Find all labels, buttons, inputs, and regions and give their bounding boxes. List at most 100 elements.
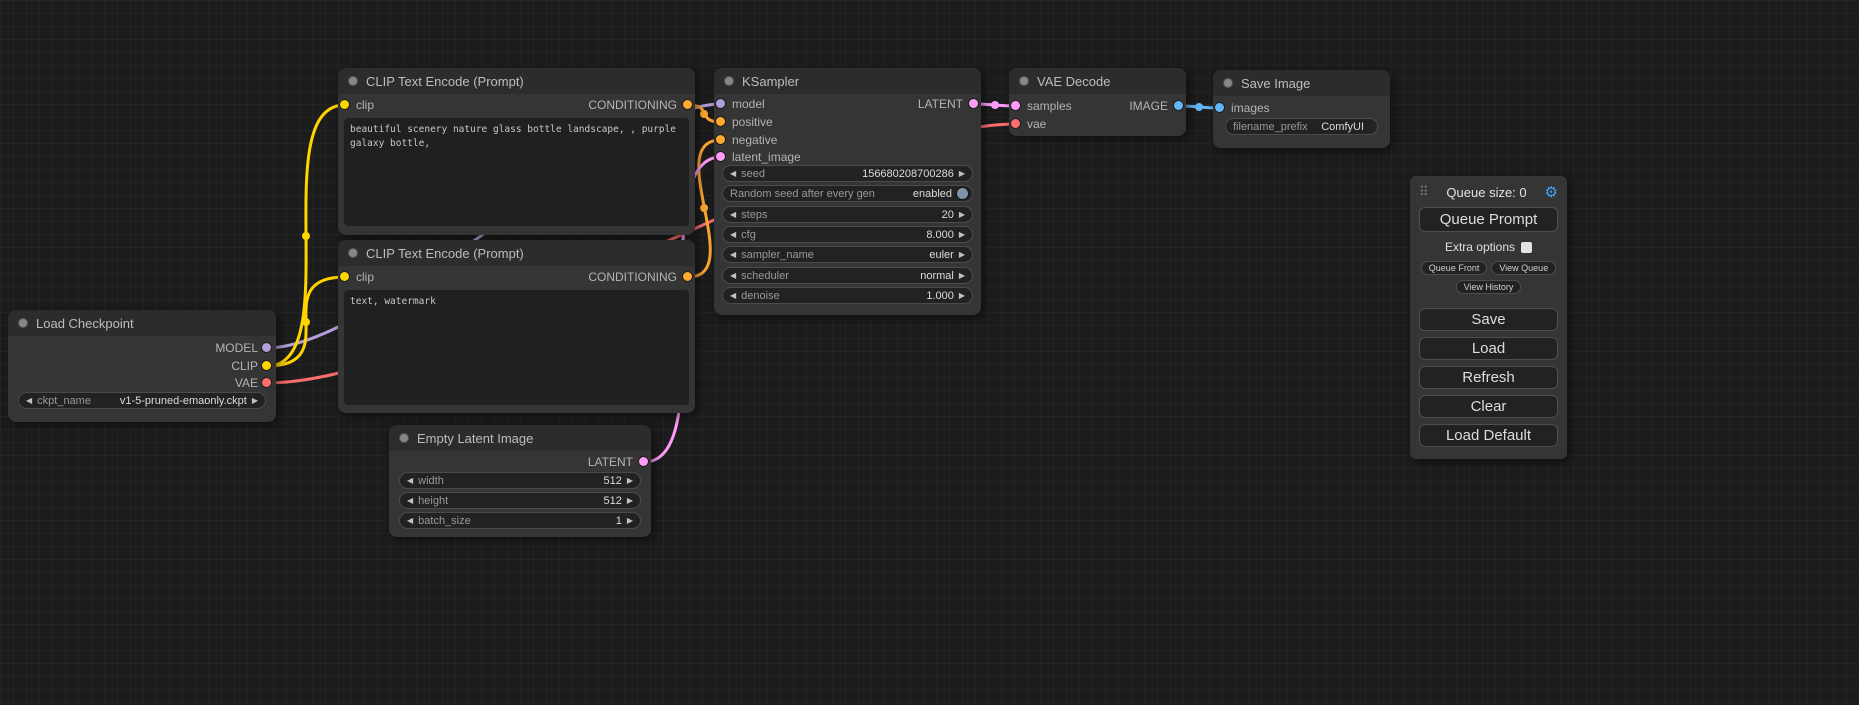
increment-arrow-icon[interactable]: ▶ bbox=[959, 251, 965, 259]
clear-button[interactable]: Clear bbox=[1419, 395, 1558, 418]
decrement-arrow-icon[interactable]: ◀ bbox=[26, 397, 32, 405]
node-load-checkpoint[interactable]: Load Checkpoint MODEL CLIP VAE ◀ ckpt_na… bbox=[8, 310, 276, 422]
random-seed-toggle-widget[interactable]: Random seed after every gen enabled bbox=[722, 185, 973, 202]
node-title: Empty Latent Image bbox=[417, 431, 533, 446]
input-slot-samples[interactable] bbox=[1011, 101, 1020, 110]
decrement-arrow-icon[interactable]: ◀ bbox=[407, 517, 413, 525]
input-slot-negative[interactable] bbox=[716, 135, 725, 144]
node-graph-canvas[interactable]: Load Checkpoint MODEL CLIP VAE ◀ ckpt_na… bbox=[0, 0, 1859, 705]
collapse-dot-icon[interactable] bbox=[18, 318, 28, 328]
output-slot-clip[interactable] bbox=[262, 361, 271, 370]
view-history-button[interactable]: View History bbox=[1456, 280, 1522, 294]
decrement-arrow-icon[interactable]: ◀ bbox=[730, 231, 736, 239]
node-clip-text-encode-positive[interactable]: CLIP Text Encode (Prompt) clip CONDITION… bbox=[338, 68, 695, 235]
input-slot-clip[interactable] bbox=[340, 272, 349, 281]
output-slot-vae[interactable] bbox=[262, 378, 271, 387]
prompt-textarea[interactable]: text, watermark bbox=[344, 290, 689, 405]
output-slot-model[interactable] bbox=[262, 343, 271, 352]
decrement-arrow-icon[interactable]: ◀ bbox=[730, 170, 736, 178]
input-label-clip: clip bbox=[356, 98, 374, 112]
scheduler-widget[interactable]: ◀ scheduler normal ▶ bbox=[722, 267, 973, 284]
input-slot-images[interactable] bbox=[1215, 103, 1224, 112]
output-label-image: IMAGE bbox=[1129, 99, 1168, 113]
input-slot-positive[interactable] bbox=[716, 117, 725, 126]
decrement-arrow-icon[interactable]: ◀ bbox=[730, 292, 736, 300]
node-titlebar[interactable]: CLIP Text Encode (Prompt) bbox=[338, 68, 695, 94]
denoise-widget[interactable]: ◀ denoise 1.000 ▶ bbox=[722, 287, 973, 304]
seed-widget[interactable]: ◀ seed 156680208700286 ▶ bbox=[722, 165, 973, 182]
input-slot-latent-image[interactable] bbox=[716, 152, 725, 161]
load-button[interactable]: Load bbox=[1419, 337, 1558, 360]
queue-prompt-button[interactable]: Queue Prompt bbox=[1419, 207, 1558, 232]
increment-arrow-icon[interactable]: ▶ bbox=[959, 170, 965, 178]
output-slot-conditioning[interactable] bbox=[683, 272, 692, 281]
node-ksampler[interactable]: KSampler model positive negative latent_… bbox=[714, 68, 981, 315]
link-midpoint-dot bbox=[991, 101, 999, 109]
output-slot-latent[interactable] bbox=[969, 99, 978, 108]
drag-handle-icon[interactable]: ⠿ bbox=[1419, 184, 1429, 200]
output-label-vae: VAE bbox=[235, 376, 258, 390]
increment-arrow-icon[interactable]: ▶ bbox=[959, 211, 965, 219]
settings-gear-icon[interactable]: ⚙ bbox=[1545, 185, 1558, 200]
queue-size-label: Queue size: 0 bbox=[1446, 185, 1526, 200]
load-default-button[interactable]: Load Default bbox=[1419, 424, 1558, 447]
save-button[interactable]: Save bbox=[1419, 308, 1558, 331]
view-queue-button[interactable]: View Queue bbox=[1491, 261, 1556, 275]
input-slot-clip[interactable] bbox=[340, 100, 349, 109]
queue-front-button[interactable]: Queue Front bbox=[1421, 261, 1488, 275]
collapse-dot-icon[interactable] bbox=[348, 248, 358, 258]
node-titlebar[interactable]: Load Checkpoint bbox=[8, 310, 276, 336]
collapse-dot-icon[interactable] bbox=[1019, 76, 1029, 86]
output-slot-latent[interactable] bbox=[639, 457, 648, 466]
extra-options-checkbox[interactable] bbox=[1521, 242, 1532, 253]
decrement-arrow-icon[interactable]: ◀ bbox=[730, 211, 736, 219]
input-label-negative: negative bbox=[732, 133, 777, 147]
decrement-arrow-icon[interactable]: ◀ bbox=[730, 251, 736, 259]
output-slot-image[interactable] bbox=[1174, 101, 1183, 110]
width-widget[interactable]: ◀ width 512 ▶ bbox=[399, 472, 641, 489]
collapse-dot-icon[interactable] bbox=[348, 76, 358, 86]
widget-label: denoise bbox=[741, 290, 780, 302]
collapse-dot-icon[interactable] bbox=[1223, 78, 1233, 88]
output-slot-conditioning[interactable] bbox=[683, 100, 692, 109]
collapse-dot-icon[interactable] bbox=[724, 76, 734, 86]
increment-arrow-icon[interactable]: ▶ bbox=[959, 272, 965, 280]
node-titlebar[interactable]: CLIP Text Encode (Prompt) bbox=[338, 240, 695, 266]
widget-value: 8.000 bbox=[926, 229, 954, 241]
link-midpoint-dot bbox=[302, 232, 310, 240]
steps-widget[interactable]: ◀ steps 20 ▶ bbox=[722, 206, 973, 223]
decrement-arrow-icon[interactable]: ◀ bbox=[407, 497, 413, 505]
increment-arrow-icon[interactable]: ▶ bbox=[252, 397, 258, 405]
prompt-textarea[interactable]: beautiful scenery nature glass bottle la… bbox=[344, 118, 689, 226]
increment-arrow-icon[interactable]: ▶ bbox=[959, 292, 965, 300]
node-titlebar[interactable]: VAE Decode bbox=[1009, 68, 1186, 94]
sampler-name-widget[interactable]: ◀ sampler_name euler ▶ bbox=[722, 246, 973, 263]
cfg-widget[interactable]: ◀ cfg 8.000 ▶ bbox=[722, 226, 973, 243]
batch-size-widget[interactable]: ◀ batch_size 1 ▶ bbox=[399, 512, 641, 529]
refresh-button[interactable]: Refresh bbox=[1419, 366, 1558, 389]
increment-arrow-icon[interactable]: ▶ bbox=[627, 497, 633, 505]
node-clip-text-encode-negative[interactable]: CLIP Text Encode (Prompt) clip CONDITION… bbox=[338, 240, 695, 413]
decrement-arrow-icon[interactable]: ◀ bbox=[730, 272, 736, 280]
increment-arrow-icon[interactable]: ▶ bbox=[627, 517, 633, 525]
input-slot-model[interactable] bbox=[716, 99, 725, 108]
collapse-dot-icon[interactable] bbox=[399, 433, 409, 443]
widget-label: ckpt_name bbox=[37, 395, 91, 407]
link-midpoint-dot bbox=[302, 318, 310, 326]
node-vae-decode[interactable]: VAE Decode samples vae IMAGE bbox=[1009, 68, 1186, 136]
node-save-image[interactable]: Save Image images filename_prefix ComfyU… bbox=[1213, 70, 1390, 148]
filename-prefix-widget[interactable]: filename_prefix ComfyUI bbox=[1225, 118, 1378, 135]
increment-arrow-icon[interactable]: ▶ bbox=[627, 477, 633, 485]
input-label-latent-image: latent_image bbox=[732, 150, 801, 164]
ckpt-name-widget[interactable]: ◀ ckpt_name v1-5-pruned-emaonly.ckpt ▶ bbox=[18, 392, 266, 409]
toggle-knob-icon[interactable] bbox=[957, 188, 968, 199]
decrement-arrow-icon[interactable]: ◀ bbox=[407, 477, 413, 485]
input-slot-vae[interactable] bbox=[1011, 119, 1020, 128]
node-titlebar[interactable]: Empty Latent Image bbox=[389, 425, 651, 451]
height-widget[interactable]: ◀ height 512 ▶ bbox=[399, 492, 641, 509]
widget-value: v1-5-pruned-emaonly.ckpt bbox=[120, 395, 247, 407]
node-titlebar[interactable]: Save Image bbox=[1213, 70, 1390, 96]
node-titlebar[interactable]: KSampler bbox=[714, 68, 981, 94]
node-empty-latent-image[interactable]: Empty Latent Image LATENT ◀ width 512 ▶ … bbox=[389, 425, 651, 537]
increment-arrow-icon[interactable]: ▶ bbox=[959, 231, 965, 239]
